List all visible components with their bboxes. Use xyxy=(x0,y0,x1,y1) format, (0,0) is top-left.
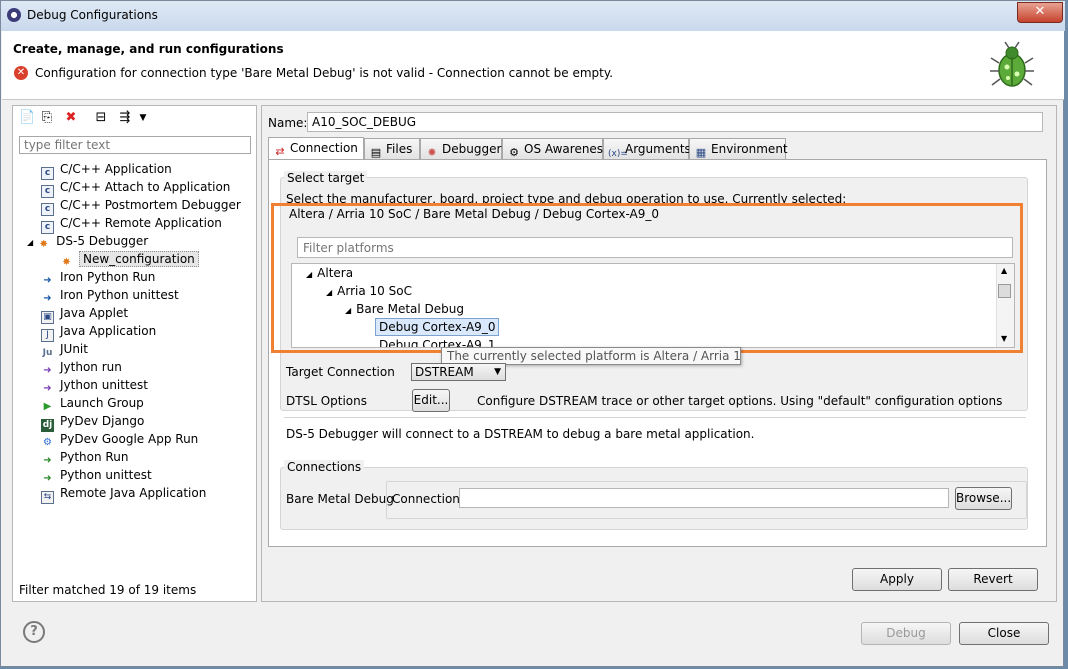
tab-connection[interactable]: ⇄ Connection xyxy=(268,137,364,160)
tree-item-pydev-django[interactable]: dj PyDev Django xyxy=(41,412,144,432)
connection-icon: ⇄ xyxy=(275,145,285,158)
configuration-tree-pane: 📄 ⎘ ✖ ⊟ ⇶ ▼ cC/C++ Application cC/C++ At… xyxy=(12,105,257,602)
dialog-title: Create, manage, and run configurations xyxy=(13,42,284,56)
eclipse-icon xyxy=(7,8,21,22)
connection-label: Connection xyxy=(392,492,460,506)
duplicate-icon[interactable]: ⎘ xyxy=(39,110,55,126)
apply-button[interactable]: Apply xyxy=(852,568,942,591)
environment-icon: ▦ xyxy=(695,146,707,159)
filter-menu-chevron-icon[interactable]: ▼ xyxy=(135,110,151,126)
highlight-box xyxy=(271,203,1023,353)
tree-item-java-application[interactable]: J Java Application xyxy=(41,322,156,342)
debug-configurations-window: Debug Configurations ✕ Create, manage, a… xyxy=(0,0,1065,667)
remote-java-icon: ⇆ xyxy=(41,491,54,504)
ds5-debugger-icon: ✸ xyxy=(39,239,48,250)
separator xyxy=(284,417,1026,418)
tree-item-c-remote[interactable]: c C/C++ Remote Application xyxy=(41,214,222,234)
dtsl-options-label: DTSL Options xyxy=(286,394,367,408)
title-bar: Debug Configurations ✕ xyxy=(1,1,1065,31)
error-icon: ✕ xyxy=(14,66,28,80)
error-message: Configuration for connection type 'Bare … xyxy=(35,66,614,80)
tree-item-iron-python-run[interactable]: ➜ Iron Python Run xyxy=(41,268,155,286)
tab-files[interactable]: ▤ Files xyxy=(364,138,420,159)
filter-icon[interactable]: ⇶ xyxy=(117,110,133,126)
tree-item-new-configuration[interactable]: ✸ New_configuration xyxy=(60,250,199,268)
tree-item-iron-python-unittest[interactable]: ➜ Iron Python unittest xyxy=(41,286,178,304)
tree-item-c-application[interactable]: c C/C++ Application xyxy=(41,160,172,180)
debug-bug-icon xyxy=(990,41,1034,87)
target-connection-label: Target Connection xyxy=(286,365,395,379)
tree-item-c-attach[interactable]: c C/C++ Attach to Application xyxy=(41,178,230,198)
tree-item-python-run[interactable]: ➜ Python Run xyxy=(41,448,128,466)
header-banner: Create, manage, and run configurations ✕… xyxy=(2,31,1064,100)
configuration-name-input[interactable] xyxy=(307,112,1043,132)
revert-button[interactable]: Revert xyxy=(948,568,1038,591)
dropdown-arrow-icon: ▼ xyxy=(494,367,501,377)
tree-item-java-applet[interactable]: ▣ Java Applet xyxy=(41,304,128,324)
tree-item-c-postmortem[interactable]: c C/C++ Postmortem Debugger xyxy=(41,196,241,216)
name-label: Name: xyxy=(268,116,308,130)
window-title: Debug Configurations xyxy=(27,8,158,22)
target-connection-select[interactable]: DSTREAM ▼ xyxy=(411,363,506,381)
new-configuration-icon[interactable]: 📄 xyxy=(19,110,35,126)
browse-button[interactable]: Browse... xyxy=(955,487,1012,510)
tab-environment[interactable]: ▦ Environment xyxy=(689,138,788,159)
tab-debugger[interactable]: ✸ Debugger xyxy=(420,138,502,159)
dtsl-description: Configure DSTREAM trace or other target … xyxy=(477,394,1003,408)
tab-os-awareness[interactable]: ⚙ OS Awareness xyxy=(502,138,609,159)
tree-item-python-unittest[interactable]: ➜ Python unittest xyxy=(41,466,151,484)
select-target-title: Select target xyxy=(284,171,368,185)
connections-title: Connections xyxy=(284,460,365,474)
delete-icon[interactable]: ✖ xyxy=(63,110,79,126)
filter-status-text: Filter matched 19 of 19 items xyxy=(19,583,197,597)
tree-item-pydev-google-app-run[interactable]: ⚙ PyDev Google App Run xyxy=(41,430,198,448)
help-icon[interactable]: ? xyxy=(23,621,45,643)
dtsl-edit-button[interactable]: Edit... xyxy=(412,389,450,412)
tree-item-ds5-debugger[interactable]: ◢ ✸ DS-5 Debugger xyxy=(27,232,148,250)
files-icon: ▤ xyxy=(370,146,382,159)
window-close-button[interactable]: ✕ xyxy=(1017,2,1063,23)
debugger-icon: ✸ xyxy=(427,146,437,159)
tree-item-jython-unittest[interactable]: ➜ Jython unittest xyxy=(41,376,148,394)
debug-button[interactable]: Debug xyxy=(861,622,951,645)
connection-input[interactable] xyxy=(459,488,949,508)
collapse-all-icon[interactable]: ⊟ xyxy=(93,110,109,126)
bare-metal-debug-label: Bare Metal Debug xyxy=(286,492,394,506)
tree-item-jython-run[interactable]: ➜ Jython run xyxy=(41,358,122,376)
connect-description: DS-5 Debugger will connect to a DSTREAM … xyxy=(286,427,755,441)
expand-arrow-icon[interactable]: ◢ xyxy=(27,238,33,247)
close-button[interactable]: Close xyxy=(959,622,1049,645)
tree-item-junit[interactable]: Ju JUnit xyxy=(41,340,88,358)
tree-item-launch-group[interactable]: ▶ Launch Group xyxy=(41,394,144,412)
tab-arguments[interactable]: (x)=Arguments xyxy=(603,138,691,159)
tree-item-remote-java-application[interactable]: ⇆ Remote Java Application xyxy=(41,484,206,504)
type-filter-input[interactable] xyxy=(19,136,251,154)
os-awareness-icon: ⚙ xyxy=(509,146,519,159)
